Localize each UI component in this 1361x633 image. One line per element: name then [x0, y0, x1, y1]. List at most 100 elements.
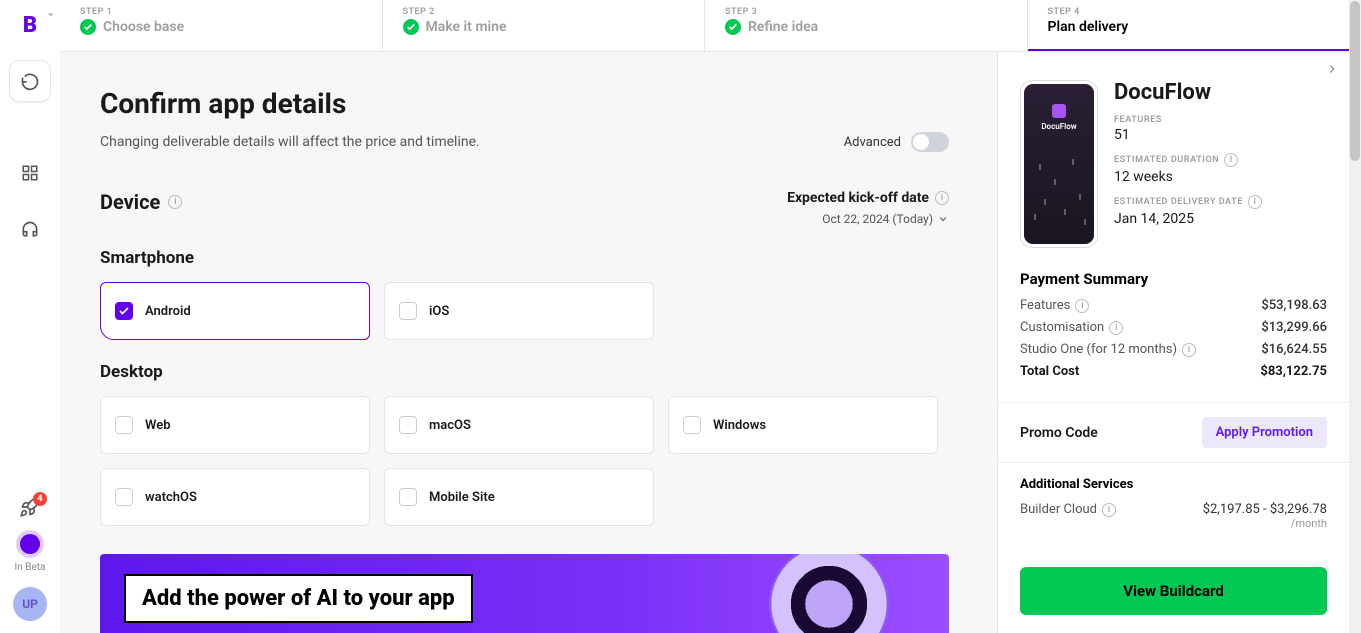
device-heading: Device i	[100, 190, 182, 214]
ai-banner-graphic	[769, 554, 889, 633]
row-label: Features	[1020, 298, 1070, 313]
logo[interactable]: B ™	[15, 10, 45, 40]
step-title: Plan delivery	[1048, 19, 1129, 35]
row-value: $53,198.63	[1261, 298, 1327, 313]
rocket-button[interactable]: 4	[19, 496, 41, 522]
subtitle: Changing deliverable details will affect…	[100, 134, 480, 150]
info-icon[interactable]: i	[1224, 153, 1238, 167]
row-label: Builder Cloud	[1020, 502, 1097, 517]
delivery-label: ESTIMATED DELIVERY DATE i	[1114, 195, 1327, 209]
step-num: STEP 2	[403, 7, 685, 17]
row-value: $16,624.55	[1261, 342, 1327, 357]
kickoff-block: Expected kick-off date i Oct 22, 2024 (T…	[787, 190, 949, 226]
scrollbar[interactable]	[1349, 0, 1361, 633]
avatar-initials: UP	[22, 597, 38, 611]
undo-button[interactable]	[9, 60, 51, 102]
device-android[interactable]: Android	[100, 282, 370, 340]
duration-value: 12 weeks	[1114, 169, 1327, 185]
advanced-label: Advanced	[844, 135, 901, 150]
card-label: iOS	[429, 304, 449, 319]
ai-banner-title: Add the power of AI to your app	[124, 574, 473, 623]
phone-logo-icon	[1052, 104, 1066, 118]
total-value: $83,122.75	[1260, 364, 1327, 379]
delivery-value: Jan 14, 2025	[1114, 211, 1327, 227]
content-row: Confirm app details Changing deliverable…	[60, 52, 1349, 633]
apply-promotion-button[interactable]: Apply Promotion	[1202, 417, 1327, 448]
checkbox-icon	[399, 488, 417, 506]
step-title: Make it mine	[426, 19, 507, 35]
additional-services: Additional Services Builder Cloudi $2,19…	[998, 463, 1349, 538]
info-icon[interactable]: i	[1102, 503, 1116, 517]
payment-title: Payment Summary	[1020, 270, 1327, 288]
group-smartphone: Smartphone	[100, 248, 949, 268]
view-buildcard-button[interactable]: View Buildcard	[1020, 567, 1327, 615]
kickoff-date-picker[interactable]: Oct 22, 2024 (Today)	[787, 212, 949, 226]
step-make-it-mine[interactable]: STEP 2 Make it mine	[383, 0, 706, 51]
payment-row-features: Features i $53,198.63	[1020, 298, 1327, 313]
payment-row-studio-one: Studio One (for 12 months) i $16,624.55	[1020, 342, 1327, 357]
row-per: /month	[1203, 517, 1327, 530]
info-icon[interactable]: i	[1075, 299, 1089, 313]
avatar[interactable]: UP	[13, 587, 47, 621]
duration-label-text: ESTIMATED DURATION	[1114, 155, 1219, 165]
app-name: DocuFlow	[1114, 80, 1327, 105]
summary-meta: DocuFlow FEATURES 51 ESTIMATED DURATION …	[1114, 80, 1327, 248]
check-icon	[80, 19, 96, 35]
device-mobile-site[interactable]: Mobile Site	[384, 468, 654, 526]
summary-panel: DocuFlow DocuFlow FEATURES 51 ES	[997, 52, 1349, 633]
device-heading-text: Device	[100, 190, 160, 214]
info-icon[interactable]: i	[1109, 321, 1123, 335]
step-num: STEP 1	[80, 7, 362, 17]
sidebar-bottom: 4 In Beta UP	[13, 496, 47, 621]
advanced-toggle[interactable]	[911, 132, 949, 152]
step-refine-idea[interactable]: STEP 3 Refine idea	[705, 0, 1028, 51]
main-area: STEP 1 Choose base STEP 2 Make it mine S…	[60, 0, 1349, 633]
checkbox-icon	[115, 416, 133, 434]
promo-section: Promo Code Apply Promotion	[998, 402, 1349, 463]
kickoff-date-text: Oct 22, 2024 (Today)	[822, 212, 933, 226]
collapse-button[interactable]	[1321, 58, 1343, 80]
card-label: Android	[145, 304, 191, 319]
info-icon[interactable]: i	[1248, 195, 1262, 209]
additional-row-cloud: Builder Cloud i $2,197.85 - $3,296.78 /mo…	[1020, 502, 1327, 530]
grid-icon[interactable]	[9, 152, 51, 194]
ai-banner[interactable]: Add the power of AI to your app	[100, 554, 949, 633]
phone-app-name: DocuFlow	[1041, 122, 1076, 131]
device-macos[interactable]: macOS	[384, 396, 654, 454]
device-watchos[interactable]: watchOS	[100, 468, 370, 526]
check-icon	[403, 19, 419, 35]
headset-icon[interactable]	[9, 209, 51, 251]
scrollbar-thumb[interactable]	[1350, 1, 1360, 161]
info-icon[interactable]: i	[1182, 343, 1196, 357]
card-label: Mobile Site	[429, 490, 495, 505]
rocket-badge: 4	[33, 492, 47, 506]
row-value: $2,197.85 - $3,296.78	[1203, 502, 1327, 517]
kickoff-label: Expected kick-off date i	[787, 190, 949, 206]
left-sidebar: B ™ 4 In Beta UP	[0, 0, 60, 633]
info-icon[interactable]: i	[935, 191, 949, 205]
advanced-toggle-group: Advanced	[844, 132, 949, 152]
card-label: watchOS	[145, 490, 197, 505]
device-ios[interactable]: iOS	[384, 282, 654, 340]
row-label: Studio One (for 12 months)	[1020, 342, 1177, 357]
kickoff-label-text: Expected kick-off date	[787, 190, 929, 206]
device-windows[interactable]: Windows	[668, 396, 938, 454]
card-label: macOS	[429, 418, 471, 433]
undo-icon	[20, 71, 40, 91]
phone-particles	[1024, 154, 1094, 244]
total-label: Total Cost	[1020, 364, 1079, 379]
cta-wrap: View Buildcard	[998, 553, 1349, 633]
device-web[interactable]: Web	[100, 396, 370, 454]
step-plan-delivery[interactable]: STEP 4 Plan delivery	[1028, 0, 1350, 51]
checkbox-icon	[683, 416, 701, 434]
card-label: Web	[145, 418, 171, 433]
checkbox-icon	[115, 488, 133, 506]
page-title: Confirm app details	[100, 87, 949, 120]
step-choose-base[interactable]: STEP 1 Choose base	[60, 0, 383, 51]
group-desktop: Desktop	[100, 362, 949, 382]
check-icon	[725, 19, 741, 35]
beta-label: In Beta	[15, 562, 46, 573]
info-icon[interactable]: i	[168, 195, 182, 209]
logo-letter: B	[23, 13, 37, 38]
form-panel: Confirm app details Changing deliverable…	[60, 52, 997, 633]
